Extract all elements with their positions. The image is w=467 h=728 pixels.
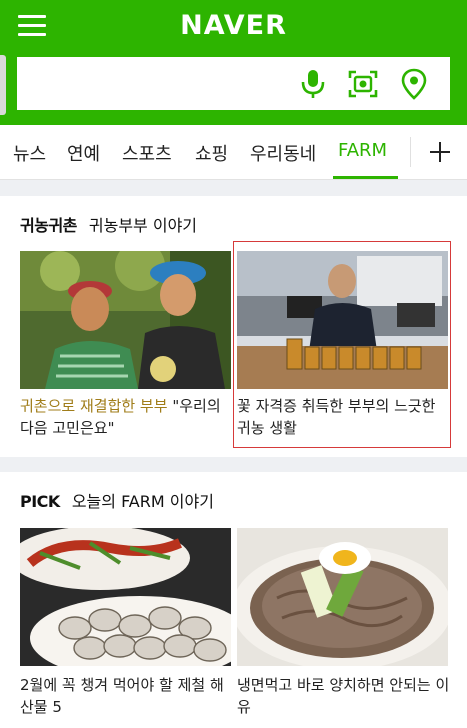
- tab-news[interactable]: 뉴스: [13, 140, 46, 166]
- selected-item-frame: [233, 241, 451, 448]
- section-pick: PICK 오늘의 FARM 이야기 2월에 꼭 챙겨 먹어야 할 제철 해산물 …: [0, 472, 467, 728]
- search-input[interactable]: [23, 65, 293, 101]
- section-title-main: PICK: [20, 492, 60, 511]
- plus-icon[interactable]: [428, 135, 454, 169]
- caption-highlight: 귀촌으로 재결합한 부부: [20, 397, 168, 415]
- tab-shopping[interactable]: 쇼핑: [195, 140, 228, 166]
- lens-icon[interactable]: [348, 68, 378, 100]
- section-subtitle: 오늘의 FARM 이야기: [71, 492, 214, 511]
- section-title: PICK 오늘의 FARM 이야기: [20, 488, 214, 512]
- list-item[interactable]: 2월에 꼭 챙겨 먹어야 할 제철 해산물 5: [20, 528, 234, 723]
- side-handle[interactable]: [0, 55, 6, 115]
- item-caption: 2월에 꼭 챙겨 먹어야 할 제철 해산물 5: [20, 676, 224, 716]
- section-farm-story: 귀농귀촌 귀농부부 이야기 귀촌으로 재결합한 부부 "우리의 다음 고민은요"…: [0, 196, 467, 457]
- item-caption: 귀촌으로 재결합한 부부 "우리의 다음 고민은요": [20, 395, 234, 439]
- couple-photo: [20, 251, 231, 389]
- header: NAVER: [0, 0, 467, 125]
- tab-neighborhood[interactable]: 우리동네: [250, 140, 316, 166]
- search-box[interactable]: [17, 57, 450, 110]
- active-tab-indicator: [333, 176, 398, 179]
- naver-logo[interactable]: NAVER: [0, 10, 467, 41]
- seafood-photo: [20, 528, 231, 666]
- list-item[interactable]: 귀촌으로 재결합한 부부 "우리의 다음 고민은요": [20, 251, 234, 451]
- tab-sports[interactable]: 스포츠: [122, 140, 172, 166]
- tabs-divider: [410, 137, 411, 167]
- category-tabs: 뉴스 연예 스포츠 쇼핑 우리동네 FARM: [0, 125, 467, 180]
- naver-mobile-app: NAVER 뉴스 연예 스포츠 쇼핑 우리동네 FARM 귀농귀촌 귀농부부 이…: [0, 0, 467, 728]
- section-subtitle: 귀농부부 이야기: [88, 216, 198, 235]
- tab-entertainment[interactable]: 연예: [67, 140, 100, 166]
- naengmyeon-photo: [237, 528, 448, 666]
- list-item[interactable]: 냉면먹고 바로 양치하면 안되는 이유: [237, 528, 451, 723]
- mic-icon[interactable]: [298, 68, 328, 100]
- item-caption: 냉면먹고 바로 양치하면 안되는 이유: [237, 676, 450, 716]
- section-title-main: 귀농귀촌: [20, 216, 77, 235]
- tab-farm[interactable]: FARM: [338, 140, 387, 161]
- location-pin-icon[interactable]: [399, 68, 429, 100]
- section-title: 귀농귀촌 귀농부부 이야기: [20, 212, 197, 236]
